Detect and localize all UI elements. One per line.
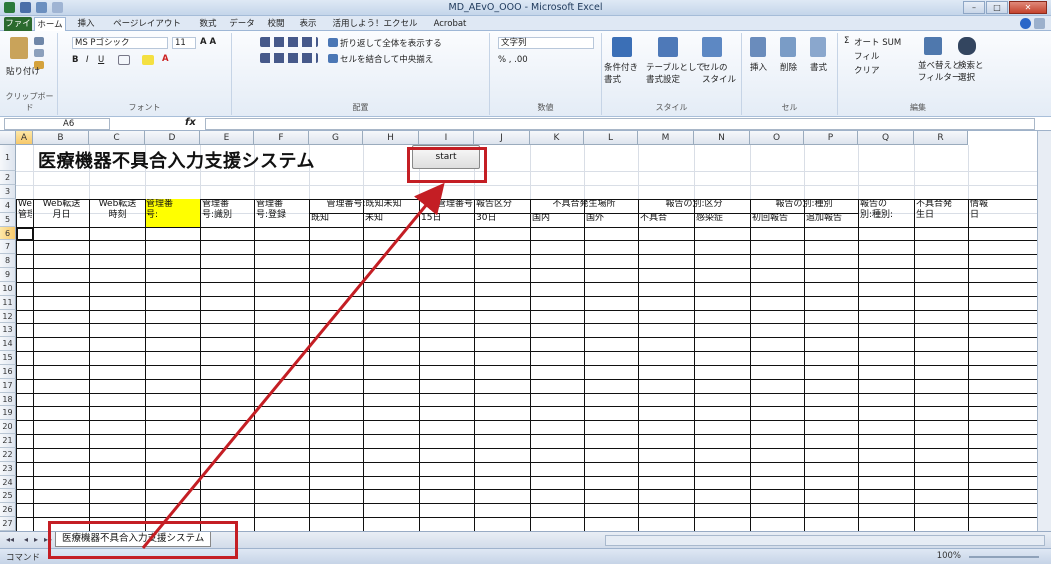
annotation-arrow [141, 182, 445, 549]
arrow-line [141, 182, 445, 549]
excel-window: MD_AEvO_OOO - Microsoft Excel – □ ✕ ファイル… [0, 0, 1051, 564]
